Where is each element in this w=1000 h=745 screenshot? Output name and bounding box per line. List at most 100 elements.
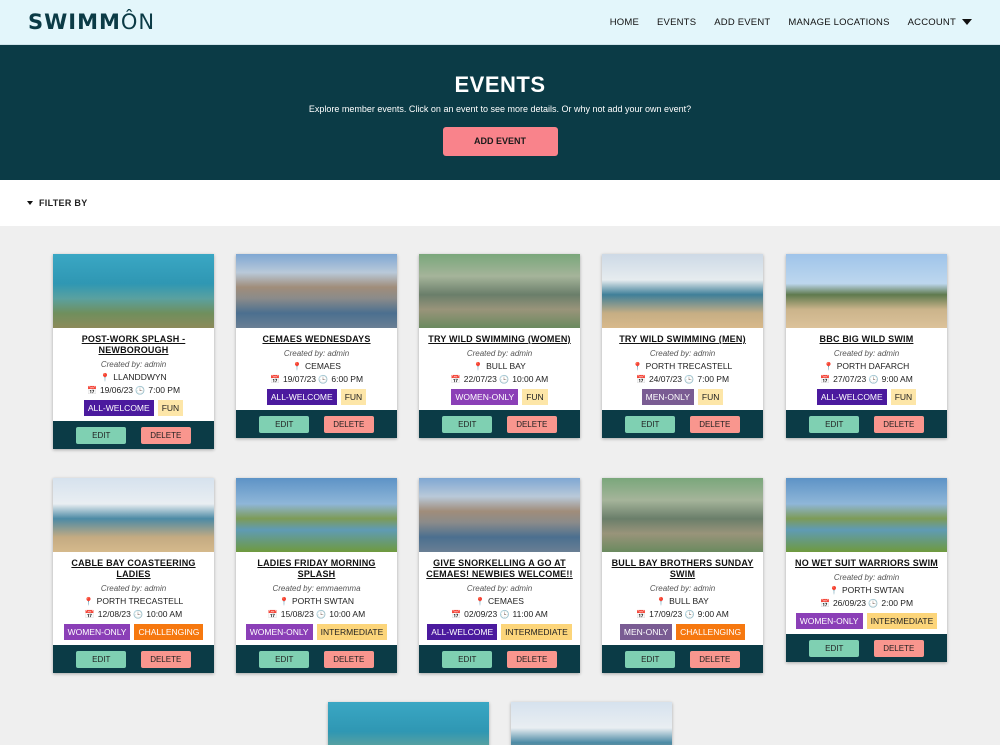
- event-card[interactable]: TRY WILD SWIMMING (MEN) Created by: admin…: [602, 254, 763, 438]
- edit-button[interactable]: EDIT: [809, 639, 860, 657]
- site-logo[interactable]: SWIMMÔN: [28, 10, 155, 34]
- event-card[interactable]: CABLE BAY COASTEERING LADIES Created by: …: [53, 478, 214, 673]
- delete-button[interactable]: DELETE: [506, 415, 557, 433]
- edit-button[interactable]: EDIT: [76, 426, 127, 444]
- event-image[interactable]: [602, 478, 763, 552]
- edit-button[interactable]: EDIT: [809, 415, 860, 433]
- add-event-button[interactable]: ADD EVENT: [442, 127, 558, 156]
- event-card[interactable]: POST-WORK SPLASH - NEWBOROUGH Created by:…: [53, 254, 214, 449]
- event-card[interactable]: [328, 702, 489, 745]
- event-card[interactable]: BULL BAY BROTHERS SUNDAY SWIM Created by:…: [602, 478, 763, 673]
- event-location-text: PORTH TRECASTELL: [96, 596, 184, 606]
- delete-button[interactable]: DELETE: [140, 426, 191, 444]
- nav-account[interactable]: ACCOUNT: [908, 17, 972, 28]
- event-date: 19/06/23: [99, 385, 134, 395]
- calendar-icon: 📅: [267, 610, 278, 619]
- event-image[interactable]: [53, 478, 214, 552]
- event-card[interactable]: [511, 702, 672, 745]
- event-image[interactable]: [786, 254, 947, 328]
- event-title[interactable]: POST-WORK SPLASH - NEWBOROUGH: [59, 334, 208, 356]
- event-card[interactable]: GIVE SNORKELLING A GO AT CEMAES! NEWBIES…: [419, 478, 580, 673]
- event-tags: MEN-ONLY CHALLENGING: [608, 624, 757, 640]
- edit-button[interactable]: EDIT: [625, 415, 676, 433]
- event-image[interactable]: [236, 478, 397, 552]
- delete-button[interactable]: DELETE: [689, 415, 740, 433]
- event-location: 📍 PORTH SWTAN: [792, 585, 941, 595]
- delete-button[interactable]: DELETE: [873, 639, 924, 657]
- event-card-body: CABLE BAY COASTEERING LADIES Created by: …: [53, 552, 214, 645]
- event-card-actions: EDIT DELETE: [53, 421, 214, 449]
- event-image[interactable]: [511, 702, 672, 745]
- event-tag: INTERMEDIATE: [501, 624, 572, 640]
- event-image[interactable]: [419, 254, 580, 328]
- calendar-icon: 📅: [84, 610, 95, 619]
- clock-icon: 🕒: [499, 610, 510, 619]
- delete-button[interactable]: DELETE: [323, 415, 374, 433]
- delete-button[interactable]: DELETE: [140, 650, 191, 668]
- delete-button[interactable]: DELETE: [689, 650, 740, 668]
- clock-icon: 🕒: [684, 375, 695, 384]
- edit-button[interactable]: EDIT: [259, 650, 310, 668]
- map-pin-icon: 📍: [473, 362, 484, 371]
- event-card-body: CEMAES WEDNESDAYS Created by: admin 📍 CEMAE…: [236, 328, 397, 410]
- edit-button[interactable]: EDIT: [625, 650, 676, 668]
- filter-toggle[interactable]: FILTER BY: [0, 180, 1000, 226]
- event-datetime: 📅 26/09/23 🕒 2:00 PM: [792, 598, 941, 608]
- event-title[interactable]: NO WET SUIT WARRIORS SWIM: [792, 558, 941, 569]
- event-title[interactable]: CEMAES WEDNESDAYS: [242, 334, 391, 345]
- event-creator: Created by: admin: [283, 349, 350, 358]
- event-tag: MEN-ONLY: [619, 624, 673, 640]
- caret-down-icon: [27, 201, 33, 205]
- event-title[interactable]: TRY WILD SWIMMING (WOMEN): [425, 334, 574, 345]
- delete-button[interactable]: DELETE: [873, 415, 924, 433]
- event-title[interactable]: BULL BAY BROTHERS SUNDAY SWIM: [608, 558, 757, 580]
- chevron-down-icon: [962, 19, 972, 25]
- event-title[interactable]: GIVE SNORKELLING A GO AT CEMAES! NEWBIES…: [425, 558, 574, 580]
- nav-events[interactable]: EVENTS: [657, 17, 696, 28]
- event-card-body: TRY WILD SWIMMING (MEN) Created by: admin…: [602, 328, 763, 410]
- event-image[interactable]: [236, 254, 397, 328]
- event-creator: Created by: admin: [466, 584, 533, 593]
- delete-button[interactable]: DELETE: [506, 650, 557, 668]
- main-nav: HOME EVENTS ADD EVENT MANAGE LOCATIONS A…: [592, 17, 972, 28]
- event-title[interactable]: LADIES FRIDAY MORNING SPLASH: [242, 558, 391, 580]
- event-image[interactable]: [786, 478, 947, 552]
- event-title[interactable]: TRY WILD SWIMMING (MEN): [608, 334, 757, 345]
- event-tag: INTERMEDIATE: [866, 613, 938, 629]
- event-title[interactable]: BBC BIG WILD SWIM: [792, 334, 941, 345]
- event-card[interactable]: TRY WILD SWIMMING (WOMEN) Created by: adm…: [419, 254, 580, 438]
- event-datetime: 📅 19/07/23 🕒 6:00 PM: [242, 374, 391, 384]
- event-card-actions: EDIT DELETE: [602, 410, 763, 438]
- event-tags: WOMEN-ONLY INTERMEDIATE: [242, 624, 391, 640]
- event-location: 📍 CEMAES: [242, 361, 391, 371]
- event-title[interactable]: CABLE BAY COASTEERING LADIES: [59, 558, 208, 580]
- nav-home[interactable]: HOME: [610, 17, 639, 28]
- event-card[interactable]: BBC BIG WILD SWIM Created by: admin 📍 PORTH…: [786, 254, 947, 438]
- event-date: 12/08/23: [97, 609, 131, 619]
- event-card-body: NO WET SUIT WARRIORS SWIM Created by: adm…: [786, 552, 947, 634]
- event-card[interactable]: CEMAES WEDNESDAYS Created by: admin 📍 CEMAE…: [236, 254, 397, 438]
- event-time: 2:00 PM: [881, 598, 914, 608]
- event-card[interactable]: NO WET SUIT WARRIORS SWIM Created by: adm…: [786, 478, 947, 662]
- event-tag: FUN: [890, 389, 917, 405]
- event-image[interactable]: [328, 702, 489, 745]
- map-pin-icon: 📍: [292, 362, 303, 371]
- clock-icon: 🕒: [135, 386, 146, 395]
- edit-button[interactable]: EDIT: [442, 650, 493, 668]
- event-image[interactable]: [53, 254, 214, 328]
- event-image[interactable]: [419, 478, 580, 552]
- edit-button[interactable]: EDIT: [442, 415, 493, 433]
- event-datetime: 📅 12/08/23 🕒 10:00 AM: [59, 609, 208, 619]
- event-location: 📍 LLANDDWYN: [59, 372, 208, 382]
- event-image[interactable]: [602, 254, 763, 328]
- delete-button[interactable]: DELETE: [323, 650, 374, 668]
- event-tag: ALL-WELCOME: [427, 624, 498, 640]
- event-tag: WOMEN-ONLY: [245, 624, 313, 640]
- event-creator: Created by: admin: [649, 584, 716, 593]
- nav-manage-locations[interactable]: MANAGE LOCATIONS: [788, 17, 889, 28]
- event-card[interactable]: LADIES FRIDAY MORNING SPLASH Created by: …: [236, 478, 397, 673]
- nav-add-event[interactable]: ADD EVENT: [714, 17, 770, 28]
- filter-label: FILTER BY: [39, 198, 88, 208]
- edit-button[interactable]: EDIT: [76, 650, 127, 668]
- edit-button[interactable]: EDIT: [259, 415, 310, 433]
